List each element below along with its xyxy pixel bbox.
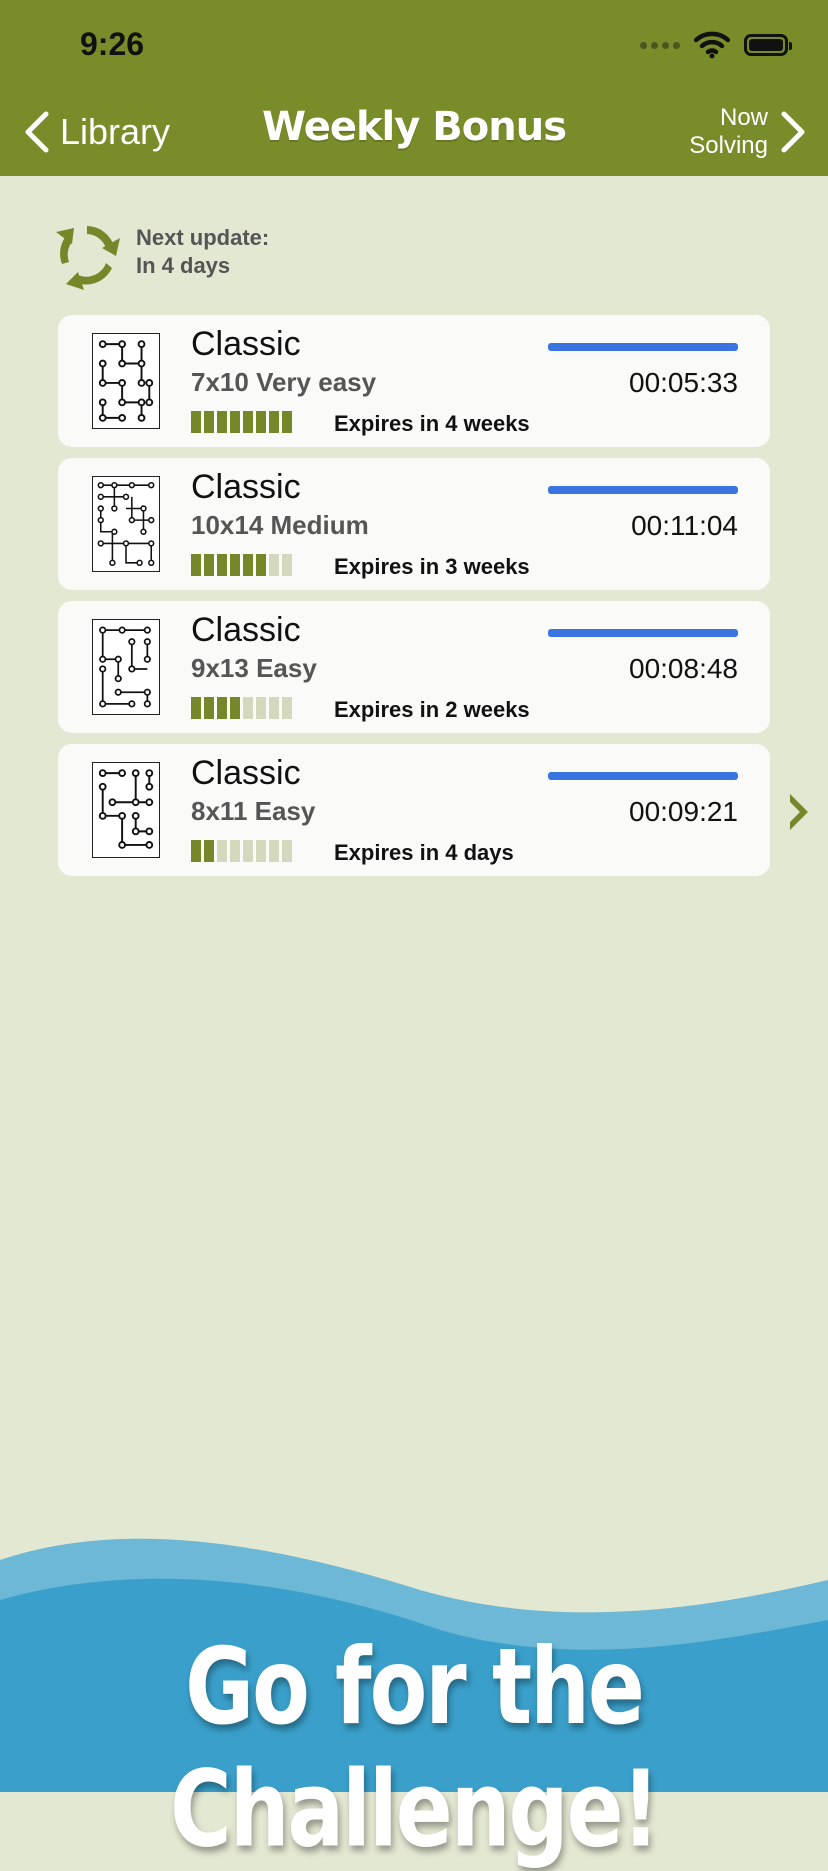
puzzle-card-selected[interactable]: Classic 8x11 Easy Expires in 4 days 00:0… xyxy=(58,744,770,876)
puzzle-size-difficulty: 8x11 Easy xyxy=(191,796,316,826)
expiry-bars xyxy=(191,554,292,576)
status-icons xyxy=(640,28,792,62)
selected-chevron-icon xyxy=(790,794,808,830)
expiry-bar-empty xyxy=(217,840,227,862)
progress-bar xyxy=(548,343,738,351)
expiry-bar-empty xyxy=(256,697,266,719)
puzzle-size-difficulty: 7x10 Very easy xyxy=(191,367,377,397)
expiry-bar-filled xyxy=(191,411,201,433)
wifi-icon xyxy=(694,31,730,59)
expiry-bar-filled xyxy=(217,554,227,576)
challenge-banner-text: Go for the Challenge! xyxy=(170,1625,660,1871)
expiry-bar-filled xyxy=(256,411,266,433)
now-solving-line1: Now xyxy=(719,104,768,131)
next-update-label: Next update: xyxy=(136,225,270,250)
expiry-bar-filled xyxy=(204,840,214,862)
expiry-bar-filled xyxy=(204,554,214,576)
expiry-bar-filled xyxy=(269,411,279,433)
solve-time: 00:08:48 xyxy=(629,653,738,684)
puzzle-title: Classic xyxy=(191,754,301,792)
expiry-bar-filled xyxy=(204,411,214,433)
progress-bar xyxy=(548,772,738,780)
expiry-bar-filled xyxy=(230,554,240,576)
battery-icon xyxy=(744,34,792,56)
expiry-text: Expires in 2 weeks xyxy=(334,697,530,722)
expiry-bar-filled xyxy=(217,697,227,719)
puzzle-card[interactable]: Classic 7x10 Very easy Expires in 4 week… xyxy=(58,315,770,447)
expiry-bar-filled xyxy=(230,697,240,719)
now-solving-line2: Solving xyxy=(689,132,768,159)
expiry-bar-empty xyxy=(269,554,279,576)
expiry-bar-filled xyxy=(191,697,201,719)
expiry-bar-filled xyxy=(243,554,253,576)
progress-bar xyxy=(548,486,738,494)
puzzle-title: Classic xyxy=(191,611,301,649)
puzzle-thumbnail xyxy=(92,762,160,858)
puzzle-title: Classic xyxy=(191,325,301,363)
expiry-text: Expires in 4 days xyxy=(334,840,514,865)
expiry-bar-filled xyxy=(191,554,201,576)
puzzle-thumbnail xyxy=(92,333,160,429)
puzzle-thumbnail xyxy=(92,476,160,572)
chevron-right-icon xyxy=(781,111,805,153)
refresh-icon xyxy=(56,226,120,290)
expiry-bar-empty xyxy=(269,697,279,719)
expiry-bar-empty xyxy=(230,840,240,862)
expiry-bar-filled xyxy=(191,840,201,862)
expiry-bars xyxy=(191,697,292,719)
puzzle-card[interactable]: Classic 9x13 Easy Expires in 2 weeks 00:… xyxy=(58,601,770,733)
expiry-bar-empty xyxy=(282,554,292,576)
expiry-bars xyxy=(191,411,292,433)
puzzle-size-difficulty: 9x13 Easy xyxy=(191,653,317,683)
expiry-bars xyxy=(191,840,292,862)
expiry-bar-empty xyxy=(282,697,292,719)
expiry-bar-filled xyxy=(204,697,214,719)
expiry-bar-empty xyxy=(256,840,266,862)
expiry-bar-empty xyxy=(243,840,253,862)
solve-time: 00:09:21 xyxy=(629,796,738,827)
next-update-value: In 4 days xyxy=(136,253,231,278)
signal-icon xyxy=(640,41,680,49)
progress-bar xyxy=(548,629,738,637)
puzzle-size-difficulty: 10x14 Medium xyxy=(191,510,369,540)
solve-time: 00:05:33 xyxy=(629,367,738,398)
expiry-bar-filled xyxy=(230,411,240,433)
puzzle-title: Classic xyxy=(191,468,301,506)
status-time: 9:26 xyxy=(80,26,145,62)
expiry-bar-filled xyxy=(243,411,253,433)
puzzle-thumbnail xyxy=(92,619,160,715)
expiry-bar-empty xyxy=(282,840,292,862)
expiry-bar-empty xyxy=(243,697,253,719)
puzzle-card[interactable]: Classic 10x14 Medium Expires in 3 weeks … xyxy=(58,458,770,590)
expiry-bar-filled xyxy=(282,411,292,433)
expiry-text: Expires in 4 weeks xyxy=(334,411,530,436)
navigation-header: 9:26 Library Weekly Bonus Now Solving xyxy=(0,0,828,176)
now-solving-button[interactable]: Now Solving xyxy=(689,104,806,160)
expiry-text: Expires in 3 weeks xyxy=(334,554,530,579)
next-update-info: Next update: In 4 days xyxy=(50,218,269,292)
expiry-bar-filled xyxy=(217,411,227,433)
expiry-bar-empty xyxy=(269,840,279,862)
expiry-bar-filled xyxy=(256,554,266,576)
solve-time: 00:11:04 xyxy=(631,510,738,541)
